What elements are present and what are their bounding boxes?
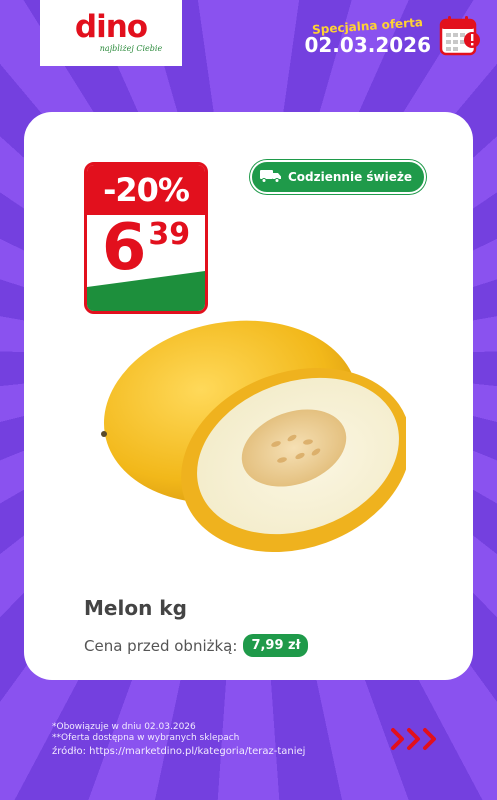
triple-chevron-right-icon[interactable] — [389, 725, 447, 757]
price-tag: -20% 6 39 — [84, 162, 208, 314]
footer-notes: *Obowiązuje w dniu 02.03.2026 **Oferta d… — [52, 722, 239, 744]
price-integer: 6 — [101, 211, 147, 285]
footer-note-validity: *Obowiązuje w dniu 02.03.2026 — [52, 722, 196, 732]
footer-note-availability: **Oferta dostępna w wybranych sklepach — [52, 733, 240, 743]
offer-date: 02.03.2026 — [304, 32, 431, 57]
discount-label: -20% — [87, 165, 205, 215]
offer-text: Specjalna oferta 02.03.2026 — [304, 15, 431, 56]
product-name: Melon kg — [84, 596, 187, 620]
price-decimal: 39 — [148, 217, 191, 252]
footer-source-link[interactable]: źródło: https://marketdino.pl/kategoria/… — [52, 746, 305, 757]
product-image-melon — [96, 312, 411, 553]
fresh-daily-label: Codziennie świeże — [288, 170, 412, 184]
brand-logo[interactable]: dino najbliżej Ciebie — [40, 0, 182, 66]
delivery-truck-icon — [260, 169, 282, 186]
previous-price-value: 7,99 zł — [243, 634, 309, 657]
calendar-alert-icon — [439, 14, 480, 56]
special-offer-header: Specjalna oferta 02.03.2026 — [304, 14, 480, 56]
promo-price: 6 39 — [87, 215, 205, 281]
previous-price-row: Cena przed obniżką: 7,99 zł — [84, 634, 309, 657]
logo-tagline: najbliżej Ciebie — [99, 43, 163, 53]
product-card[interactable]: -20% 6 39 Codziennie świeże Melon kg Cen… — [24, 112, 473, 680]
fresh-daily-badge: Codziennie świeże — [250, 160, 426, 194]
logo-wordmark: dino — [74, 8, 148, 45]
previous-price-label: Cena przed obniżką: — [84, 636, 238, 655]
